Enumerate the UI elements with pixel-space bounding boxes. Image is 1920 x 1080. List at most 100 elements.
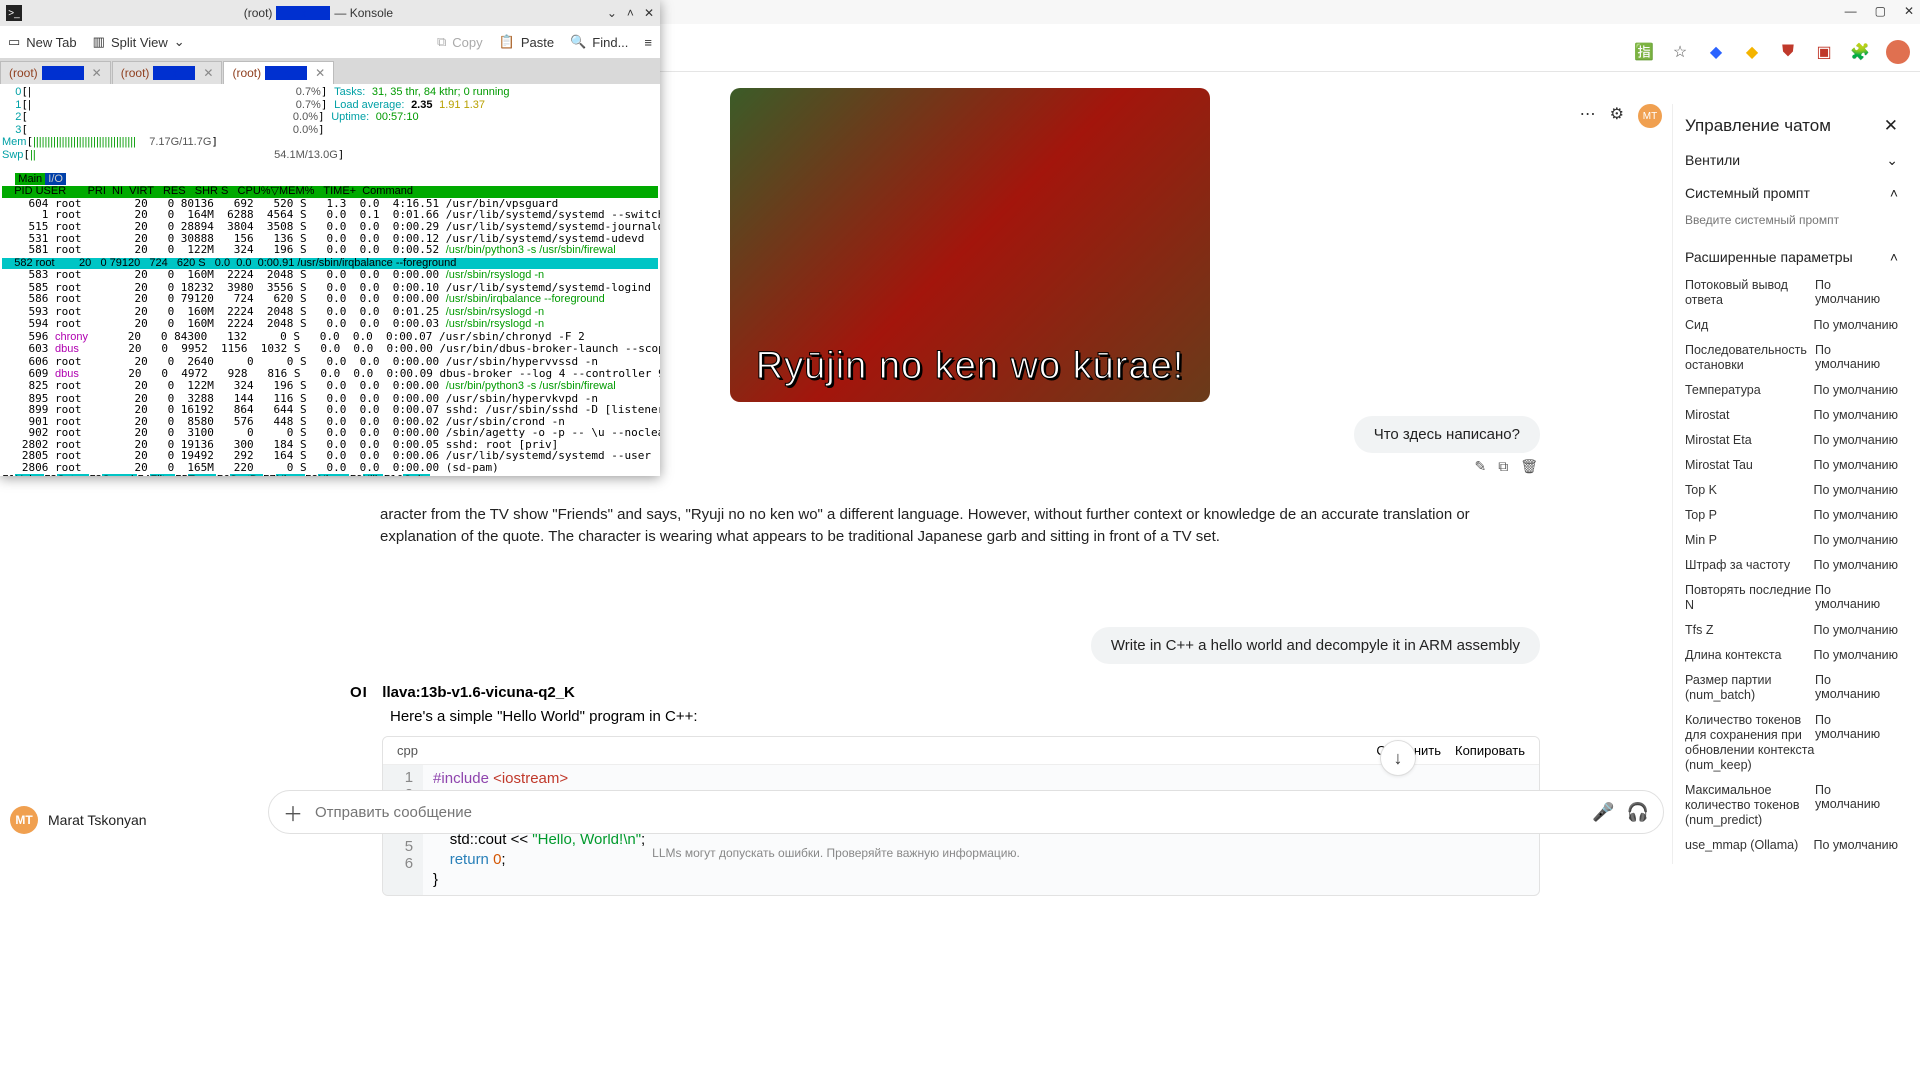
user-message-2: Write in C++ a hello world and decompyle… bbox=[1091, 627, 1540, 664]
param-key: Mirostat Tau bbox=[1685, 458, 1753, 473]
chevron-down-icon[interactable]: ⌄ bbox=[1886, 152, 1898, 169]
translate-icon[interactable]: 🈯 bbox=[1634, 42, 1654, 62]
scroll-down-button[interactable]: ↓ bbox=[1380, 740, 1416, 776]
mic-icon[interactable]: 🎤 bbox=[1592, 802, 1614, 823]
copy-button[interactable]: ⧉ Copy bbox=[437, 34, 483, 50]
ext-icon-blue[interactable]: ◆ bbox=[1706, 42, 1726, 62]
find-button[interactable]: 🔍 Find... bbox=[570, 34, 628, 50]
chevron-up-icon[interactable]: ˄ bbox=[1890, 185, 1898, 201]
section-gates[interactable]: Вентили bbox=[1685, 152, 1740, 169]
window-minimize[interactable]: — bbox=[1845, 4, 1857, 18]
chat-settings-panel: Управление чатом ✕ Вентили ⌄ Системный про… bbox=[1672, 104, 1910, 864]
param-row[interactable]: Температура По умолчанию bbox=[1685, 378, 1898, 403]
param-key: Tfs Z bbox=[1685, 623, 1713, 638]
delete-message-icon[interactable]: 🗑 bbox=[1520, 458, 1538, 475]
user-message-1: Что здесь написано? bbox=[1354, 416, 1540, 453]
extensions-icon[interactable]: 🧩 bbox=[1850, 42, 1870, 62]
menu-icon[interactable]: ≡ bbox=[644, 35, 652, 50]
code-copy-button[interactable]: Копировать bbox=[1455, 743, 1525, 758]
param-row[interactable]: Повторять последние NПо умолчанию bbox=[1685, 578, 1898, 618]
headphones-icon[interactable]: 🎧 bbox=[1627, 802, 1649, 823]
param-row[interactable]: Максимальное количество токенов (num_pre… bbox=[1685, 778, 1898, 833]
param-row[interactable]: MirostatПо умолчанию bbox=[1685, 403, 1898, 428]
param-row[interactable]: Mirostat TauПо умолчанию bbox=[1685, 453, 1898, 478]
param-row[interactable]: Tfs Z По умолчанию bbox=[1685, 618, 1898, 643]
edit-message-icon[interactable]: ✎ bbox=[1474, 458, 1486, 475]
konsole-tab-2[interactable]: (root)x✕ bbox=[223, 61, 334, 84]
meme-caption: Ryūjin no ken wo kūrae! bbox=[756, 345, 1185, 402]
konsole-chev-up-icon[interactable]: ˄ bbox=[627, 6, 634, 20]
param-row[interactable]: Длина контекста По умолчанию bbox=[1685, 643, 1898, 668]
new-tab-button[interactable]: ▭ New Tab bbox=[8, 34, 77, 50]
param-row[interactable]: use_mlock (Ollama) По умолчанию bbox=[1685, 858, 1898, 864]
konsole-tab-0[interactable]: (root)x✕ bbox=[0, 61, 111, 84]
title-host-hidden: x bbox=[276, 6, 330, 20]
model-name: llava:13b-v1.6-vicuna-q2_K bbox=[382, 684, 575, 701]
param-key: Сид bbox=[1685, 318, 1708, 333]
message-input[interactable] bbox=[315, 804, 1580, 821]
ext-icon-shield[interactable]: ⛊ bbox=[1778, 42, 1798, 62]
param-key: Повторять последние N bbox=[1685, 583, 1815, 613]
panel-close-icon[interactable]: ✕ bbox=[1884, 116, 1898, 136]
param-row[interactable]: Сид По умолчанию bbox=[1685, 313, 1898, 338]
split-view-button[interactable]: ▥ Split View ⌄ bbox=[93, 34, 185, 50]
paste-button[interactable]: 📋 Paste bbox=[499, 34, 554, 50]
param-key: Максимальное количество токенов (num_pre… bbox=[1685, 783, 1815, 828]
param-value: По умолчанию bbox=[1813, 623, 1898, 637]
param-key: Штраф за частоту bbox=[1685, 558, 1790, 573]
konsole-tab-1[interactable]: (root)x✕ bbox=[112, 61, 223, 84]
system-prompt-input[interactable] bbox=[1685, 209, 1898, 241]
param-value: По умолчанию bbox=[1813, 558, 1898, 572]
param-value: По умолчанию bbox=[1813, 483, 1898, 497]
param-row[interactable]: Top PПо умолчанию bbox=[1685, 503, 1898, 528]
konsole-toolbar: ▭ New Tab ▥ Split View ⌄ ⧉ Copy 📋 Paste … bbox=[0, 26, 660, 58]
terminal-output[interactable]: 0[| 0.7%] Tasks: 31, 35 thr, 84 kthr; 0 … bbox=[0, 84, 660, 476]
param-value: По умолчанию bbox=[1813, 863, 1898, 864]
konsole-chev-down-icon[interactable]: ⌄ bbox=[607, 6, 617, 20]
param-value: По умолчанию bbox=[1813, 433, 1898, 447]
param-row[interactable]: Количество токенов для сохранения при об… bbox=[1685, 708, 1898, 778]
param-value: По умолчанию bbox=[1813, 648, 1898, 662]
window-close[interactable]: ✕ bbox=[1904, 4, 1914, 18]
message-composer: ＋ 🎤 🎧 bbox=[268, 790, 1664, 834]
param-key: Mirostat bbox=[1685, 408, 1729, 423]
param-value: По умолчанию bbox=[1815, 673, 1898, 701]
param-key: use_mlock (Ollama) bbox=[1685, 863, 1796, 864]
param-row[interactable]: Штраф за частоту По умолчанию bbox=[1685, 553, 1898, 578]
favorite-icon[interactable]: ☆ bbox=[1670, 42, 1690, 62]
param-value: По умолчанию bbox=[1813, 838, 1898, 852]
param-key: Длина контекста bbox=[1685, 648, 1781, 663]
param-row[interactable]: Потоковый вывод ответаПо умолчанию bbox=[1685, 273, 1898, 313]
assistant-intro: Here's a simple "Hello World" program in… bbox=[390, 708, 1540, 725]
param-row[interactable]: Top KПо умолчанию bbox=[1685, 478, 1898, 503]
section-system-prompt[interactable]: Системный промпт bbox=[1685, 185, 1810, 201]
param-row[interactable]: Mirostat EtaПо умолчанию bbox=[1685, 428, 1898, 453]
param-row[interactable]: Последовательность остановкиПо умолчанию bbox=[1685, 338, 1898, 378]
param-key: Температура bbox=[1685, 383, 1761, 398]
ext-icon-yellow[interactable]: ◆ bbox=[1742, 42, 1762, 62]
param-row[interactable]: Размер партии (num_batch)По умолчанию bbox=[1685, 668, 1898, 708]
param-value: По умолчанию bbox=[1813, 383, 1898, 397]
user-name: Marat Tskonyan bbox=[48, 812, 147, 828]
user-chip[interactable]: MT Marat Tskonyan bbox=[10, 806, 147, 834]
param-row[interactable]: Min PПо умолчанию bbox=[1685, 528, 1898, 553]
param-key: Min P bbox=[1685, 533, 1717, 548]
param-value: По умолчанию bbox=[1813, 318, 1898, 332]
attach-icon[interactable]: ＋ bbox=[283, 798, 303, 827]
konsole-window: >_ (root)x— Konsole ⌄ ˄ ✕ ▭ New Tab ▥ Sp… bbox=[0, 0, 660, 476]
assistant-message-1: aracter from the TV show "Friends" and s… bbox=[380, 504, 1540, 548]
ext-icon-red[interactable]: ▣ bbox=[1814, 42, 1834, 62]
param-row[interactable]: use_mmap (Ollama)По умолчанию bbox=[1685, 833, 1898, 858]
param-key: Потоковый вывод ответа bbox=[1685, 278, 1815, 308]
chevron-up-icon[interactable]: ˄ bbox=[1890, 249, 1898, 265]
param-key: Количество токенов для сохранения при об… bbox=[1685, 713, 1815, 773]
konsole-close-icon[interactable]: ✕ bbox=[644, 6, 654, 20]
terminal-icon: >_ bbox=[6, 5, 22, 21]
section-advanced[interactable]: Расширенные параметры bbox=[1685, 249, 1853, 265]
konsole-titlebar[interactable]: >_ (root)x— Konsole ⌄ ˄ ✕ bbox=[0, 0, 660, 26]
panel-title: Управление чатом bbox=[1685, 116, 1831, 136]
window-maximize[interactable]: ▢ bbox=[1875, 4, 1886, 18]
profile-avatar[interactable] bbox=[1886, 40, 1910, 64]
copy-message-icon[interactable]: ⧉ bbox=[1498, 458, 1508, 475]
code-lang-label: cpp bbox=[397, 743, 1362, 758]
